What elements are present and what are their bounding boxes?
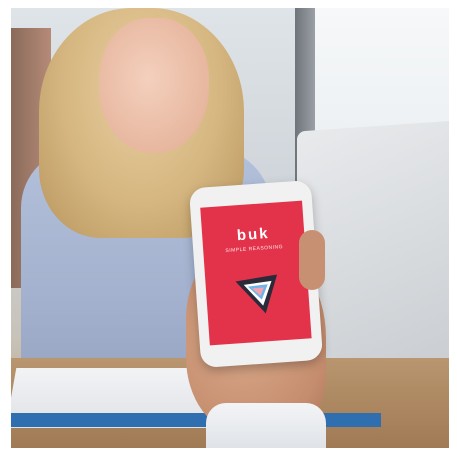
- photo: buk SIMPLE REASONING: [11, 8, 449, 448]
- triangle-logo-icon: [235, 274, 278, 314]
- phone-screen: buk SIMPLE REASONING: [200, 200, 312, 346]
- thumb: [299, 230, 325, 290]
- shirt-sleeve: [206, 403, 326, 448]
- woman-face: [99, 18, 209, 153]
